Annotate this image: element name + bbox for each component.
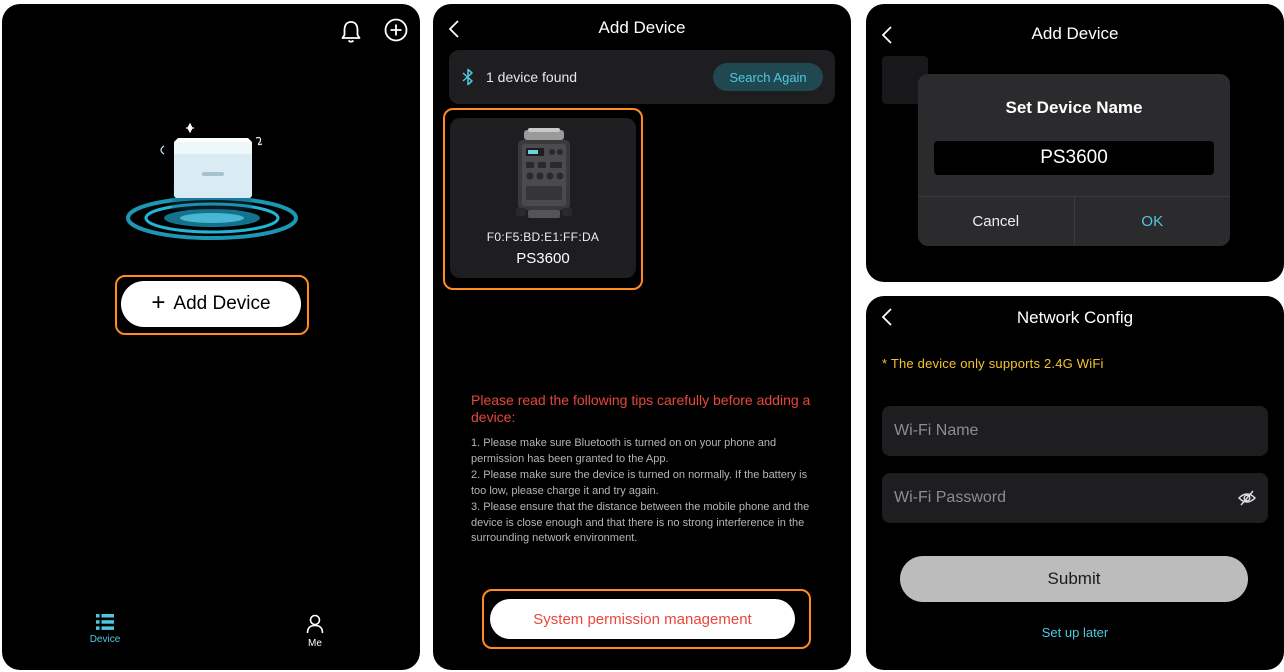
device-name-input[interactable]: PS3600 (934, 141, 1214, 175)
bluetooth-icon (462, 68, 473, 86)
tip-item: 1. Please make sure Bluetooth is turned … (471, 437, 777, 465)
device-card[interactable]: F0:F5:BD:E1:FF:DA PS3600 (450, 118, 636, 278)
wifi-password-placeholder: Wi-Fi Password (894, 489, 1007, 506)
add-device-label: Add Device (173, 293, 271, 314)
wifi-support-note: * The device only supports 2.4G WiFi (882, 356, 1104, 371)
tab-device[interactable]: Device (75, 614, 135, 645)
tip-item: 2. Please make sure the device is turned… (471, 469, 808, 497)
wifi-password-input[interactable]: Wi-Fi Password (882, 473, 1268, 523)
ok-button[interactable]: OK (1075, 197, 1231, 246)
device-mac-address: F0:F5:BD:E1:FF:DA (486, 230, 600, 244)
set-device-name-screen: Add Device Set Device Name PS3600 Cancel… (866, 4, 1284, 282)
page-title: Network Config (1016, 308, 1134, 327)
tab-me[interactable]: Me (285, 614, 345, 649)
set-up-later-link[interactable]: Set up later (866, 625, 1284, 640)
tips-title: Please read the following tips carefully… (471, 392, 811, 425)
power-station-image (516, 128, 572, 218)
submit-button[interactable]: Submit (900, 556, 1248, 602)
devices-found-text: 1 device found (486, 69, 578, 85)
devices-found-bar: 1 device found Search Again (449, 50, 835, 104)
add-device-screen: Add Device 1 device found Search Again F… (433, 4, 851, 670)
page-title: Add Device (598, 18, 686, 37)
tip-item: 3. Please ensure that the distance betwe… (471, 501, 810, 544)
tab-me-label: Me (308, 638, 322, 649)
eye-hidden-icon[interactable] (1238, 490, 1256, 506)
set-name-dialog: Set Device Name PS3600 Cancel OK (918, 74, 1230, 246)
system-permission-button[interactable]: System permission management (490, 599, 795, 639)
dialog-title: Set Device Name (1005, 98, 1143, 117)
tips-list: 1. Please make sure Bluetooth is turned … (471, 436, 813, 548)
add-circle-icon[interactable] (384, 18, 408, 42)
wifi-name-input[interactable]: Wi-Fi Name (882, 406, 1268, 456)
add-device-button[interactable]: + Add Device (121, 281, 301, 327)
device-name: PS3600 (516, 250, 570, 267)
device-scan-illustration (126, 122, 298, 240)
plus-icon: + (151, 289, 166, 316)
bell-icon[interactable] (340, 20, 362, 44)
tab-device-label: Device (89, 634, 121, 645)
cancel-button[interactable]: Cancel (918, 197, 1075, 246)
wifi-name-placeholder: Wi-Fi Name (894, 422, 979, 439)
network-config-screen: Network Config * The device only support… (866, 296, 1284, 670)
person-icon (306, 614, 324, 634)
device-home-screen: + Add Device Device Me (2, 4, 420, 670)
page-title: Add Device (1031, 24, 1119, 43)
list-icon (96, 614, 114, 630)
dialog-buttons: Cancel OK (918, 196, 1230, 246)
search-again-button[interactable]: Search Again (713, 63, 823, 91)
